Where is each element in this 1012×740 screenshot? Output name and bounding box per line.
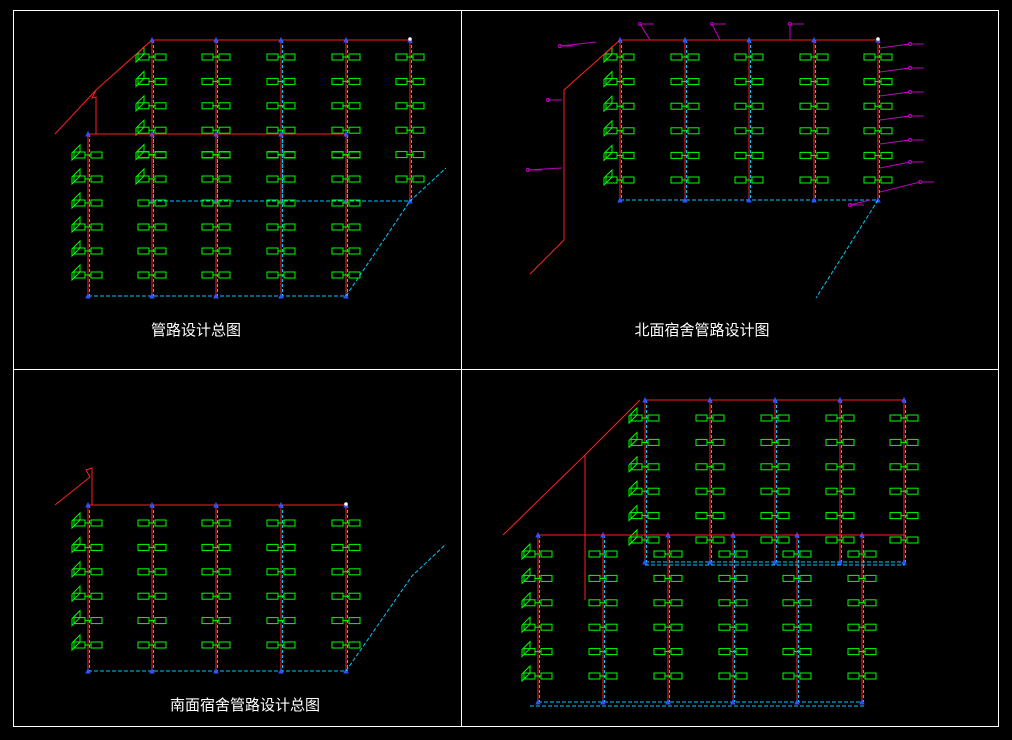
end-node [876, 37, 880, 41]
panel1-title: 管路设计总图 [151, 321, 241, 339]
cad-drawing-canvas: 管路设计总图 北面宿舍管路设计图 南面宿舍管路设计总图 [0, 0, 1012, 740]
end-node [408, 37, 412, 41]
end-node [344, 502, 348, 506]
panel3-title: 南面宿舍管路设计总图 [170, 696, 320, 714]
panel2-title: 北面宿舍管路设计图 [634, 321, 769, 339]
